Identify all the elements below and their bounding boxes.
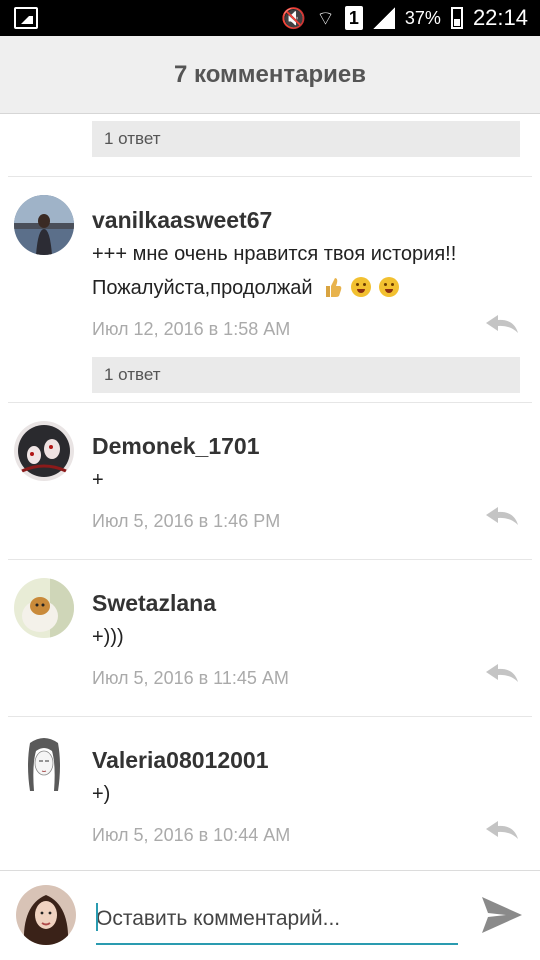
avatar[interactable] <box>14 421 74 481</box>
thumbs-up-emoji-icon <box>326 278 342 297</box>
current-user-avatar <box>16 885 76 945</box>
reply-arrow-icon[interactable] <box>484 662 520 684</box>
replies-button[interactable]: 1 ответ <box>92 121 520 157</box>
comment-username[interactable]: vanilkaasweet67 <box>92 195 520 237</box>
signal-icon <box>372 7 395 29</box>
reply-arrow-icon[interactable] <box>484 819 520 841</box>
comment-date: Июл 5, 2016 в 11:45 AM <box>92 668 289 688</box>
comment-date: Июл 12, 2016 в 1:58 AM <box>92 319 291 339</box>
comment-item: Valeria08012001 +) Июл 5, 2016 в 10:44 A… <box>8 717 532 870</box>
comment-username[interactable]: Swetazlana <box>92 578 520 620</box>
page-title: 7 комментариев <box>173 60 367 88</box>
avatar[interactable] <box>14 578 74 638</box>
battery-icon <box>450 7 463 29</box>
comment-text: +++ мне очень нравится твоя история!! По… <box>92 237 520 305</box>
sim-icon: 1 <box>344 6 363 30</box>
replies-button[interactable]: 1 ответ <box>92 357 520 393</box>
status-bar: 🔇 ⌔ 1 37% 22:14 <box>0 0 540 36</box>
tongue-out-emoji-icon <box>350 277 371 297</box>
comment-text: + <box>92 469 104 491</box>
comment-username[interactable]: Demonek_1701 <box>92 421 520 463</box>
comment-text-line: +++ мне очень нравится твоя история!! <box>92 243 457 265</box>
comment-item: vanilkaasweet67 +++ мне очень нравится т… <box>8 177 532 402</box>
send-button[interactable] <box>478 895 526 937</box>
wifi-icon: ⌔ <box>316 6 335 30</box>
comment-date: Июл 5, 2016 в 10:44 AM <box>92 825 291 845</box>
comment-item: Demonek_1701 + Июл 5, 2016 в 1:46 PM <box>8 403 532 559</box>
comment-compose-bar <box>0 870 540 960</box>
mute-icon: 🔇 <box>281 6 307 30</box>
page-header: 7 комментариев <box>0 36 540 114</box>
reply-arrow-icon[interactable] <box>484 313 520 335</box>
comment-input[interactable] <box>96 895 458 945</box>
gallery-notification-icon <box>14 7 38 29</box>
battery-percent: 37% <box>404 7 441 28</box>
comment-text-line: Пожалуйста,продолжай <box>92 277 313 299</box>
text-cursor <box>96 903 98 931</box>
comment-date: Июл 5, 2016 в 1:46 PM <box>92 511 281 531</box>
comment-list[interactable]: 1 ответ vanilkaasweet67 +++ мне очень нр… <box>8 114 532 870</box>
status-icons: 🔇 ⌔ 1 37% 22:14 <box>281 0 528 36</box>
comment-text: +))) <box>92 626 124 648</box>
partial-comment: 1 ответ <box>8 114 532 157</box>
send-icon <box>482 897 522 933</box>
comment-text: +) <box>92 783 111 805</box>
comment-item: Swetazlana +))) Июл 5, 2016 в 11:45 AM <box>8 560 532 716</box>
tongue-out-emoji-icon <box>379 277 400 297</box>
reply-arrow-icon[interactable] <box>484 505 520 527</box>
comment-username[interactable]: Valeria08012001 <box>92 735 520 777</box>
clock: 22:14 <box>472 5 528 30</box>
avatar[interactable] <box>14 735 74 795</box>
avatar[interactable] <box>14 195 74 255</box>
